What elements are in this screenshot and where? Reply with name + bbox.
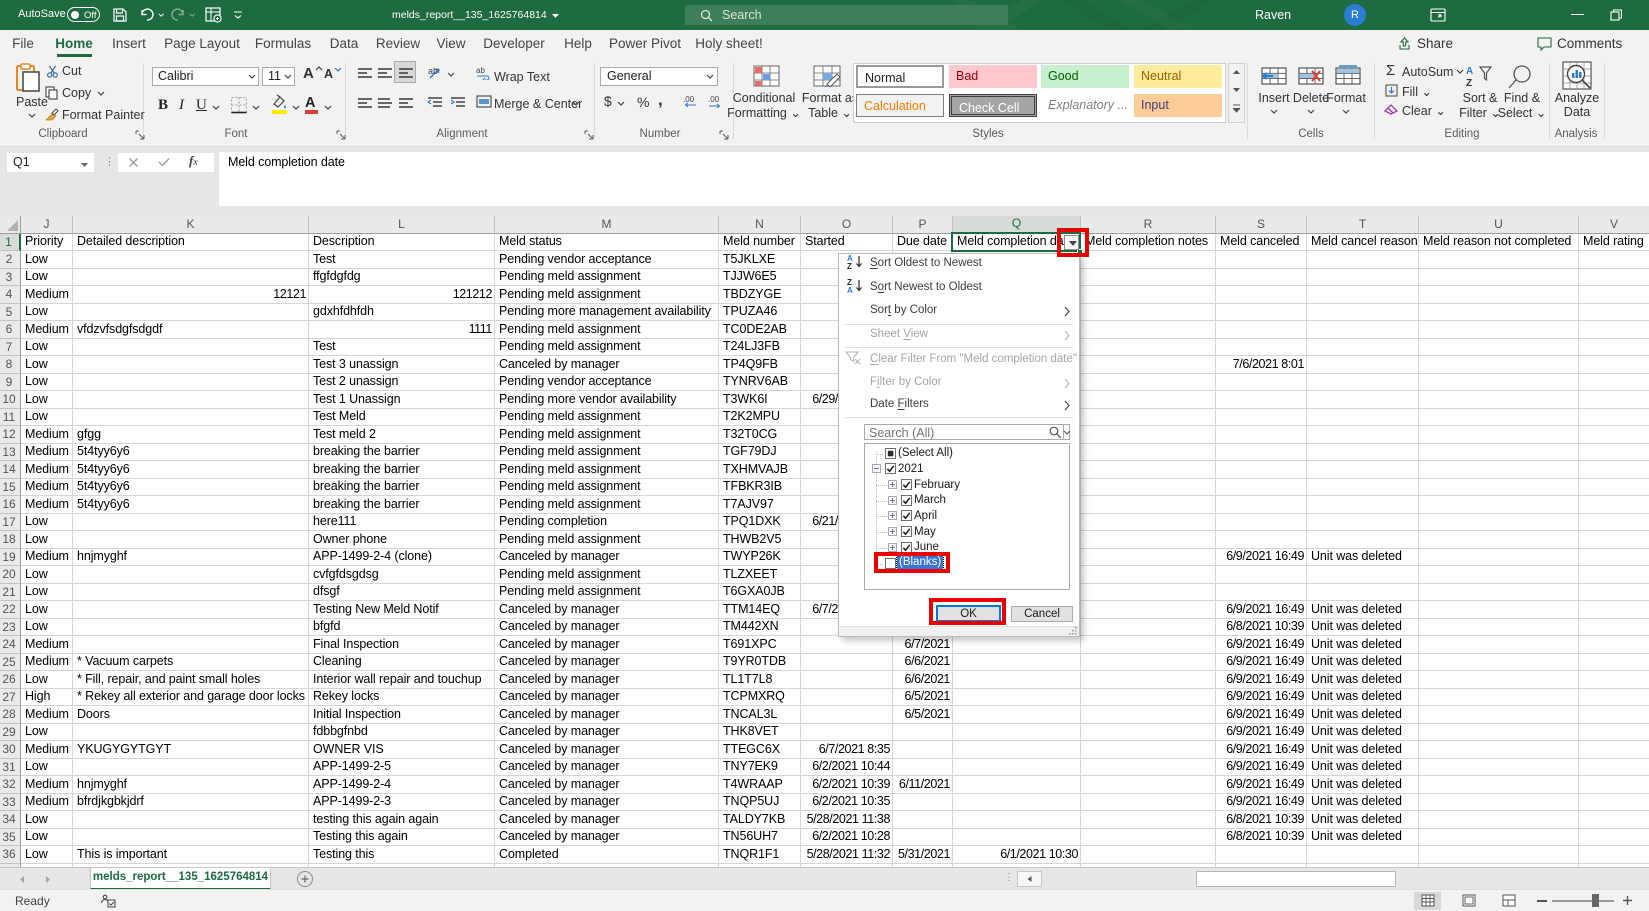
svg-text:ab: ab [428,66,438,76]
svg-text:Z: Z [1466,78,1472,89]
svg-text:.00: .00 [683,95,695,104]
svg-text:Z: Z [847,262,852,269]
svg-text:A: A [847,286,853,293]
svg-text:ab: ab [476,67,485,75]
svg-text:A: A [1466,66,1473,77]
svg-text:.00: .00 [708,95,720,104]
